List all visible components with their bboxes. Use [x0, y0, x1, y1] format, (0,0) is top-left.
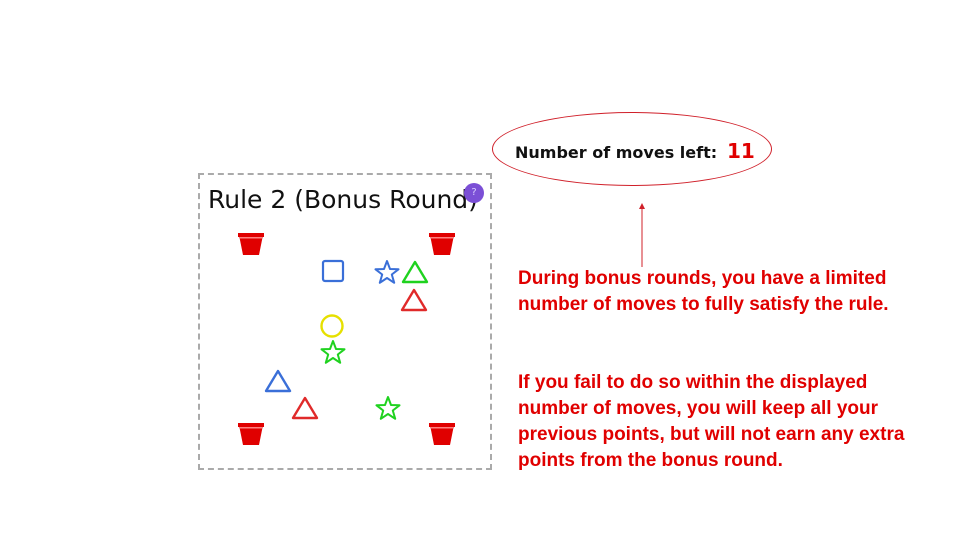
bonus-round-explanation: During bonus rounds, you have a limited … — [518, 268, 889, 315]
bucket-top-right[interactable] — [429, 232, 455, 256]
green-star[interactable] — [320, 339, 346, 365]
bucket-bottom-right[interactable] — [429, 422, 455, 446]
help-badge[interactable]: ? — [464, 183, 484, 203]
moves-left-callout: Number of moves left: 11 — [492, 112, 772, 186]
red-triangle[interactable] — [291, 395, 319, 421]
game-board: Rule 2 (Bonus Round) ? — [198, 173, 492, 470]
blue-square[interactable] — [321, 259, 345, 283]
bucket-bottom-left[interactable] — [238, 422, 264, 446]
rule-title: Rule 2 (Bonus Round) — [208, 185, 478, 214]
bucket-top-left[interactable] — [238, 232, 264, 256]
blue-star[interactable] — [374, 259, 400, 285]
yellow-circle[interactable] — [319, 313, 345, 339]
red-triangle[interactable] — [400, 287, 428, 313]
bonus-round-failure-explanation: If you fail to do so within the displaye… — [518, 372, 905, 471]
green-triangle[interactable] — [401, 259, 429, 285]
blue-triangle[interactable] — [264, 368, 292, 394]
moves-left-label: Number of moves left: — [515, 143, 718, 162]
callout-arrow — [636, 203, 648, 274]
moves-left-count: 11 — [727, 139, 755, 163]
green-star[interactable] — [375, 395, 401, 421]
